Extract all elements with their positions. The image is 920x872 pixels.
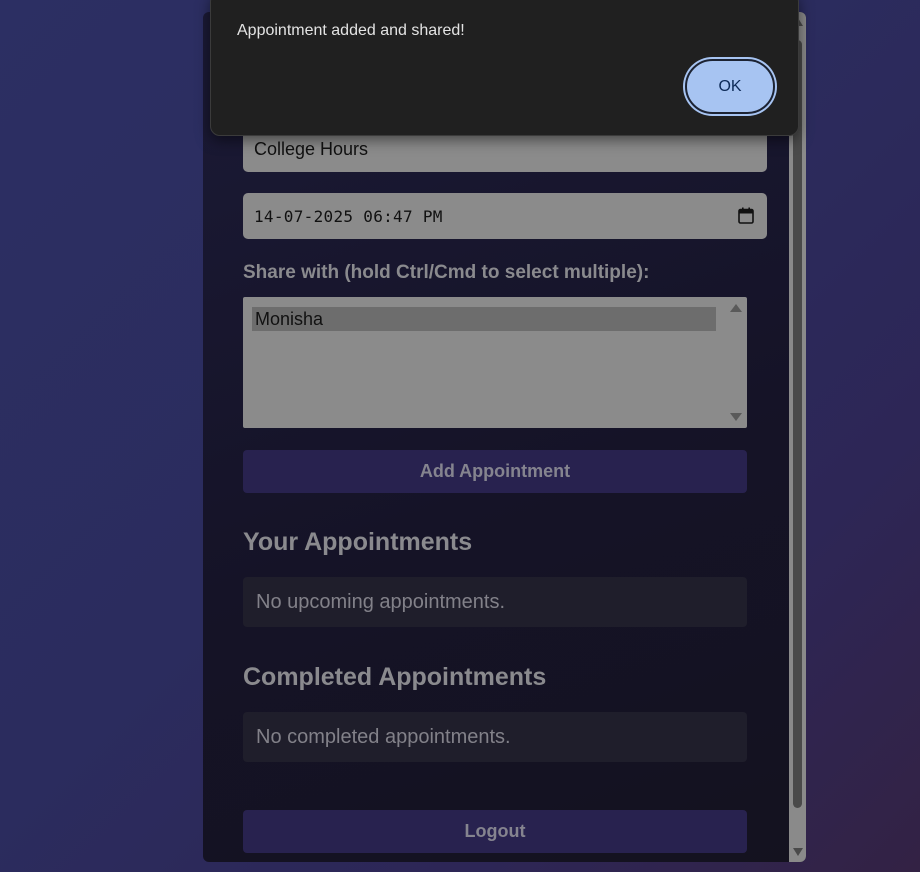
triangle-up-icon[interactable] xyxy=(729,303,743,313)
page-scrollbar[interactable] xyxy=(789,12,806,862)
your-appointments-heading: Your Appointments xyxy=(243,528,473,556)
scroll-down-icon[interactable] xyxy=(793,848,803,856)
share-with-label: Share with (hold Ctrl/Cmd to select mult… xyxy=(243,262,650,283)
completed-appointments-heading: Completed Appointments xyxy=(243,663,547,691)
scrollbar-thumb[interactable] xyxy=(793,40,802,808)
calendar-icon[interactable] xyxy=(738,207,754,224)
triangle-down-icon[interactable] xyxy=(729,412,743,422)
appointment-datetime-input[interactable]: 14-07-2025 06:47 PM xyxy=(243,193,767,239)
add-appointment-button[interactable]: Add Appointment xyxy=(243,450,747,493)
upcoming-appointments-empty: No upcoming appointments. xyxy=(243,577,747,627)
appointment-datetime-value: 14-07-2025 06:47 PM xyxy=(254,206,443,226)
logout-button[interactable]: Logout xyxy=(243,810,747,853)
dialog-message: Appointment added and shared! xyxy=(237,22,465,39)
appointment-title-value: College Hours xyxy=(254,138,369,159)
dialog-ok-button[interactable]: OK xyxy=(685,59,775,114)
share-with-select[interactable]: Monisha xyxy=(243,297,747,428)
completed-appointments-empty: No completed appointments. xyxy=(243,712,747,762)
appointment-panel: College Hours 14-07-2025 06:47 PM Share … xyxy=(203,12,806,862)
share-option-monisha[interactable]: Monisha xyxy=(252,307,716,331)
alert-dialog: Appointment added and shared! OK xyxy=(210,0,799,136)
